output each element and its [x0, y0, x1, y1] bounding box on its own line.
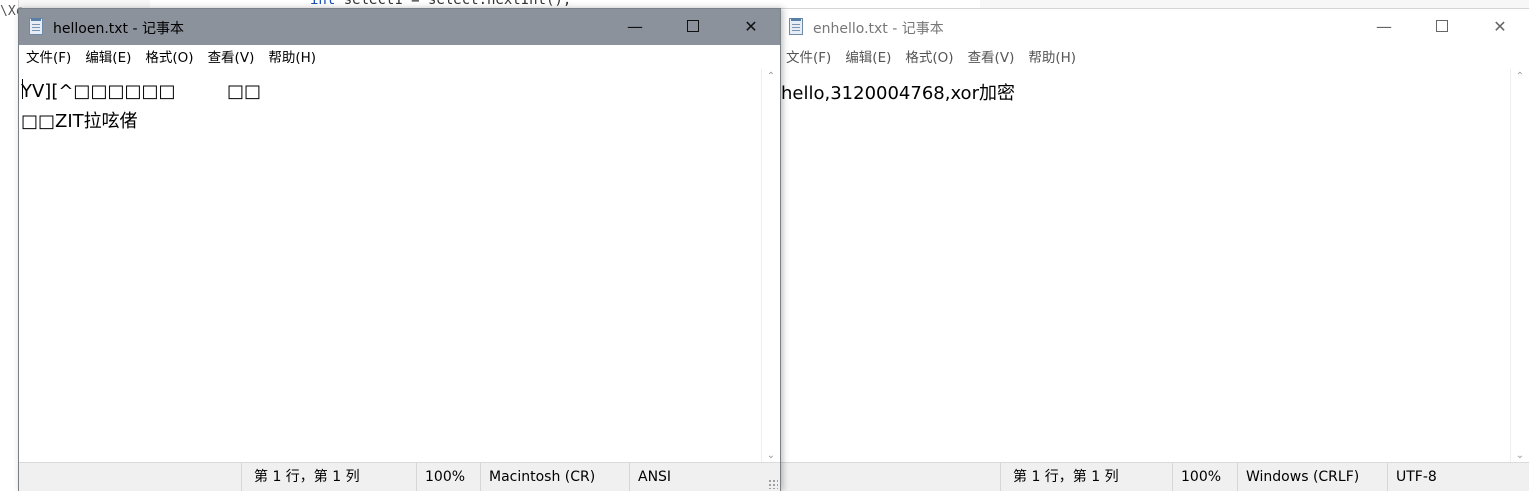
window-title: enhello.txt - 记事本: [813, 21, 944, 37]
scroll-up-icon[interactable]: ⌃: [1511, 71, 1529, 82]
vertical-scrollbar[interactable]: ⌃ ⌄: [1510, 69, 1529, 463]
status-line-ending: Macintosh (CR): [480, 463, 629, 491]
close-button[interactable]: ✕: [1471, 9, 1529, 45]
scroll-down-icon[interactable]: ⌄: [762, 450, 780, 461]
notepad-icon: [29, 18, 43, 35]
menu-format[interactable]: 格式(O): [898, 45, 960, 71]
text-line-1: YV][^□□□□□□ □□: [21, 81, 261, 102]
code-keyword: int: [310, 0, 336, 8]
background-explorer-strip: \Xc: [0, 0, 23, 490]
minimize-icon: —: [1376, 17, 1392, 36]
menu-bar: 文件(F) 编辑(E) 格式(O) 查看(V) 帮助(H): [19, 45, 780, 69]
resize-grip-icon[interactable]: [768, 479, 778, 489]
menu-file[interactable]: 文件(F): [19, 45, 78, 71]
menu-help[interactable]: 帮助(H): [1021, 45, 1083, 71]
notepad-window-helloen[interactable]: helloen.txt - 记事本 — ✕ 文件(F) 编辑(E) 格式(O) 查看(…: [18, 8, 781, 491]
text-editor-area[interactable]: YV][^□□□□□□ □□ □□ZIT拉呟偖: [19, 69, 762, 463]
scroll-up-icon[interactable]: ⌃: [762, 71, 780, 82]
maximize-button[interactable]: [1413, 9, 1471, 45]
status-cursor-position: 第 1 行，第 1 列: [1000, 463, 1172, 491]
menu-view[interactable]: 查看(V): [961, 45, 1022, 71]
scroll-down-icon[interactable]: ⌄: [1511, 450, 1529, 461]
notepad-icon: [789, 18, 803, 35]
maximize-button[interactable]: [664, 9, 722, 45]
minimize-button[interactable]: —: [1355, 9, 1413, 45]
title-bar[interactable]: enhello.txt - 记事本 — ✕: [779, 9, 1529, 45]
maximize-icon: [687, 20, 699, 32]
minimize-icon: —: [627, 17, 643, 36]
minimize-button[interactable]: —: [606, 9, 664, 45]
text-line-2: □□ZIT拉呟偖: [21, 111, 138, 132]
menu-edit[interactable]: 编辑(E): [78, 45, 138, 71]
text-line-1: hello,3120004768,xor加密: [781, 83, 1015, 104]
status-bar: 第 1 行，第 1 列 100% Macintosh (CR) ANSI: [19, 462, 780, 491]
menu-edit[interactable]: 编辑(E): [838, 45, 898, 71]
close-icon: ✕: [1493, 17, 1507, 36]
vertical-scrollbar[interactable]: ⌃ ⌄: [761, 69, 780, 463]
menu-bar: 文件(F) 编辑(E) 格式(O) 查看(V) 帮助(H): [779, 45, 1529, 69]
status-zoom: 100%: [416, 463, 480, 491]
close-button[interactable]: ✕: [722, 9, 780, 45]
status-zoom: 100%: [1172, 463, 1237, 491]
menu-view[interactable]: 查看(V): [201, 45, 262, 71]
title-bar[interactable]: helloen.txt - 记事本 — ✕: [19, 9, 780, 45]
code-text: select1 = select.nextInt();: [335, 0, 572, 8]
close-icon: ✕: [744, 17, 758, 36]
maximize-icon: [1436, 20, 1448, 32]
menu-format[interactable]: 格式(O): [138, 45, 200, 71]
status-encoding: ANSI: [629, 463, 780, 491]
status-line-ending: Windows (CRLF): [1237, 463, 1387, 491]
status-cursor-position: 第 1 行，第 1 列: [241, 463, 416, 491]
menu-file[interactable]: 文件(F): [779, 45, 838, 71]
menu-help[interactable]: 帮助(H): [261, 45, 323, 71]
notepad-window-enhello[interactable]: enhello.txt - 记事本 — ✕ 文件(F) 编辑(E) 格式(O) 查看(…: [779, 8, 1529, 491]
text-editor-area[interactable]: hello,3120004768,xor加密: [779, 69, 1511, 463]
status-bar: 第 1 行，第 1 列 100% Windows (CRLF) UTF-8: [779, 462, 1529, 491]
status-encoding: UTF-8: [1387, 463, 1529, 491]
window-title: helloen.txt - 记事本: [53, 21, 184, 37]
